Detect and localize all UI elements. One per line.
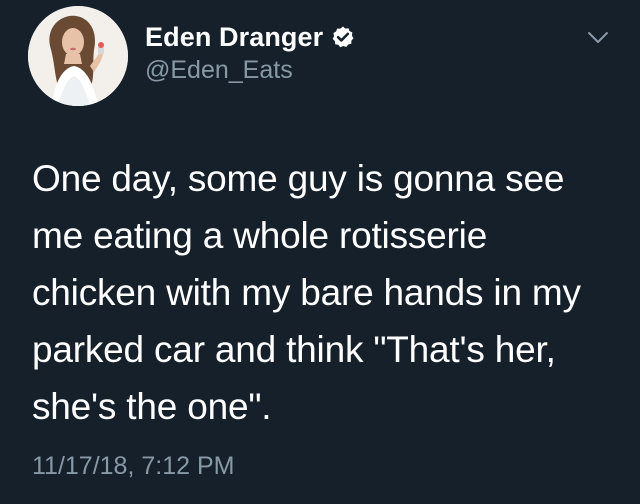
chevron-down-icon[interactable] [586, 30, 610, 46]
avatar[interactable] [28, 6, 128, 106]
author-name-row: Eden Dranger [145, 20, 355, 54]
tweet-card: Eden Dranger @Eden_Eats One day, some gu… [0, 0, 640, 504]
tweet-text-line: One day, some guy is gonna see [32, 158, 565, 199]
author-handle[interactable]: @Eden_Eats [145, 56, 293, 85]
tweet-text-line: she's the one". [32, 386, 272, 427]
tweet-timestamp[interactable]: 11/17/18, 7:12 PM [32, 452, 234, 481]
tweet-text: One day, some guy is gonna see me eating… [32, 150, 622, 435]
tweet-text-line: me eating a whole rotisserie [32, 215, 488, 256]
display-name[interactable]: Eden Dranger [145, 22, 323, 53]
tweet-text-line: chicken with my bare hands in my [32, 272, 581, 313]
avatar-photo [28, 6, 128, 106]
verified-badge-icon [331, 25, 355, 49]
tweet-text-line: parked car and think "That's her, [32, 329, 556, 370]
